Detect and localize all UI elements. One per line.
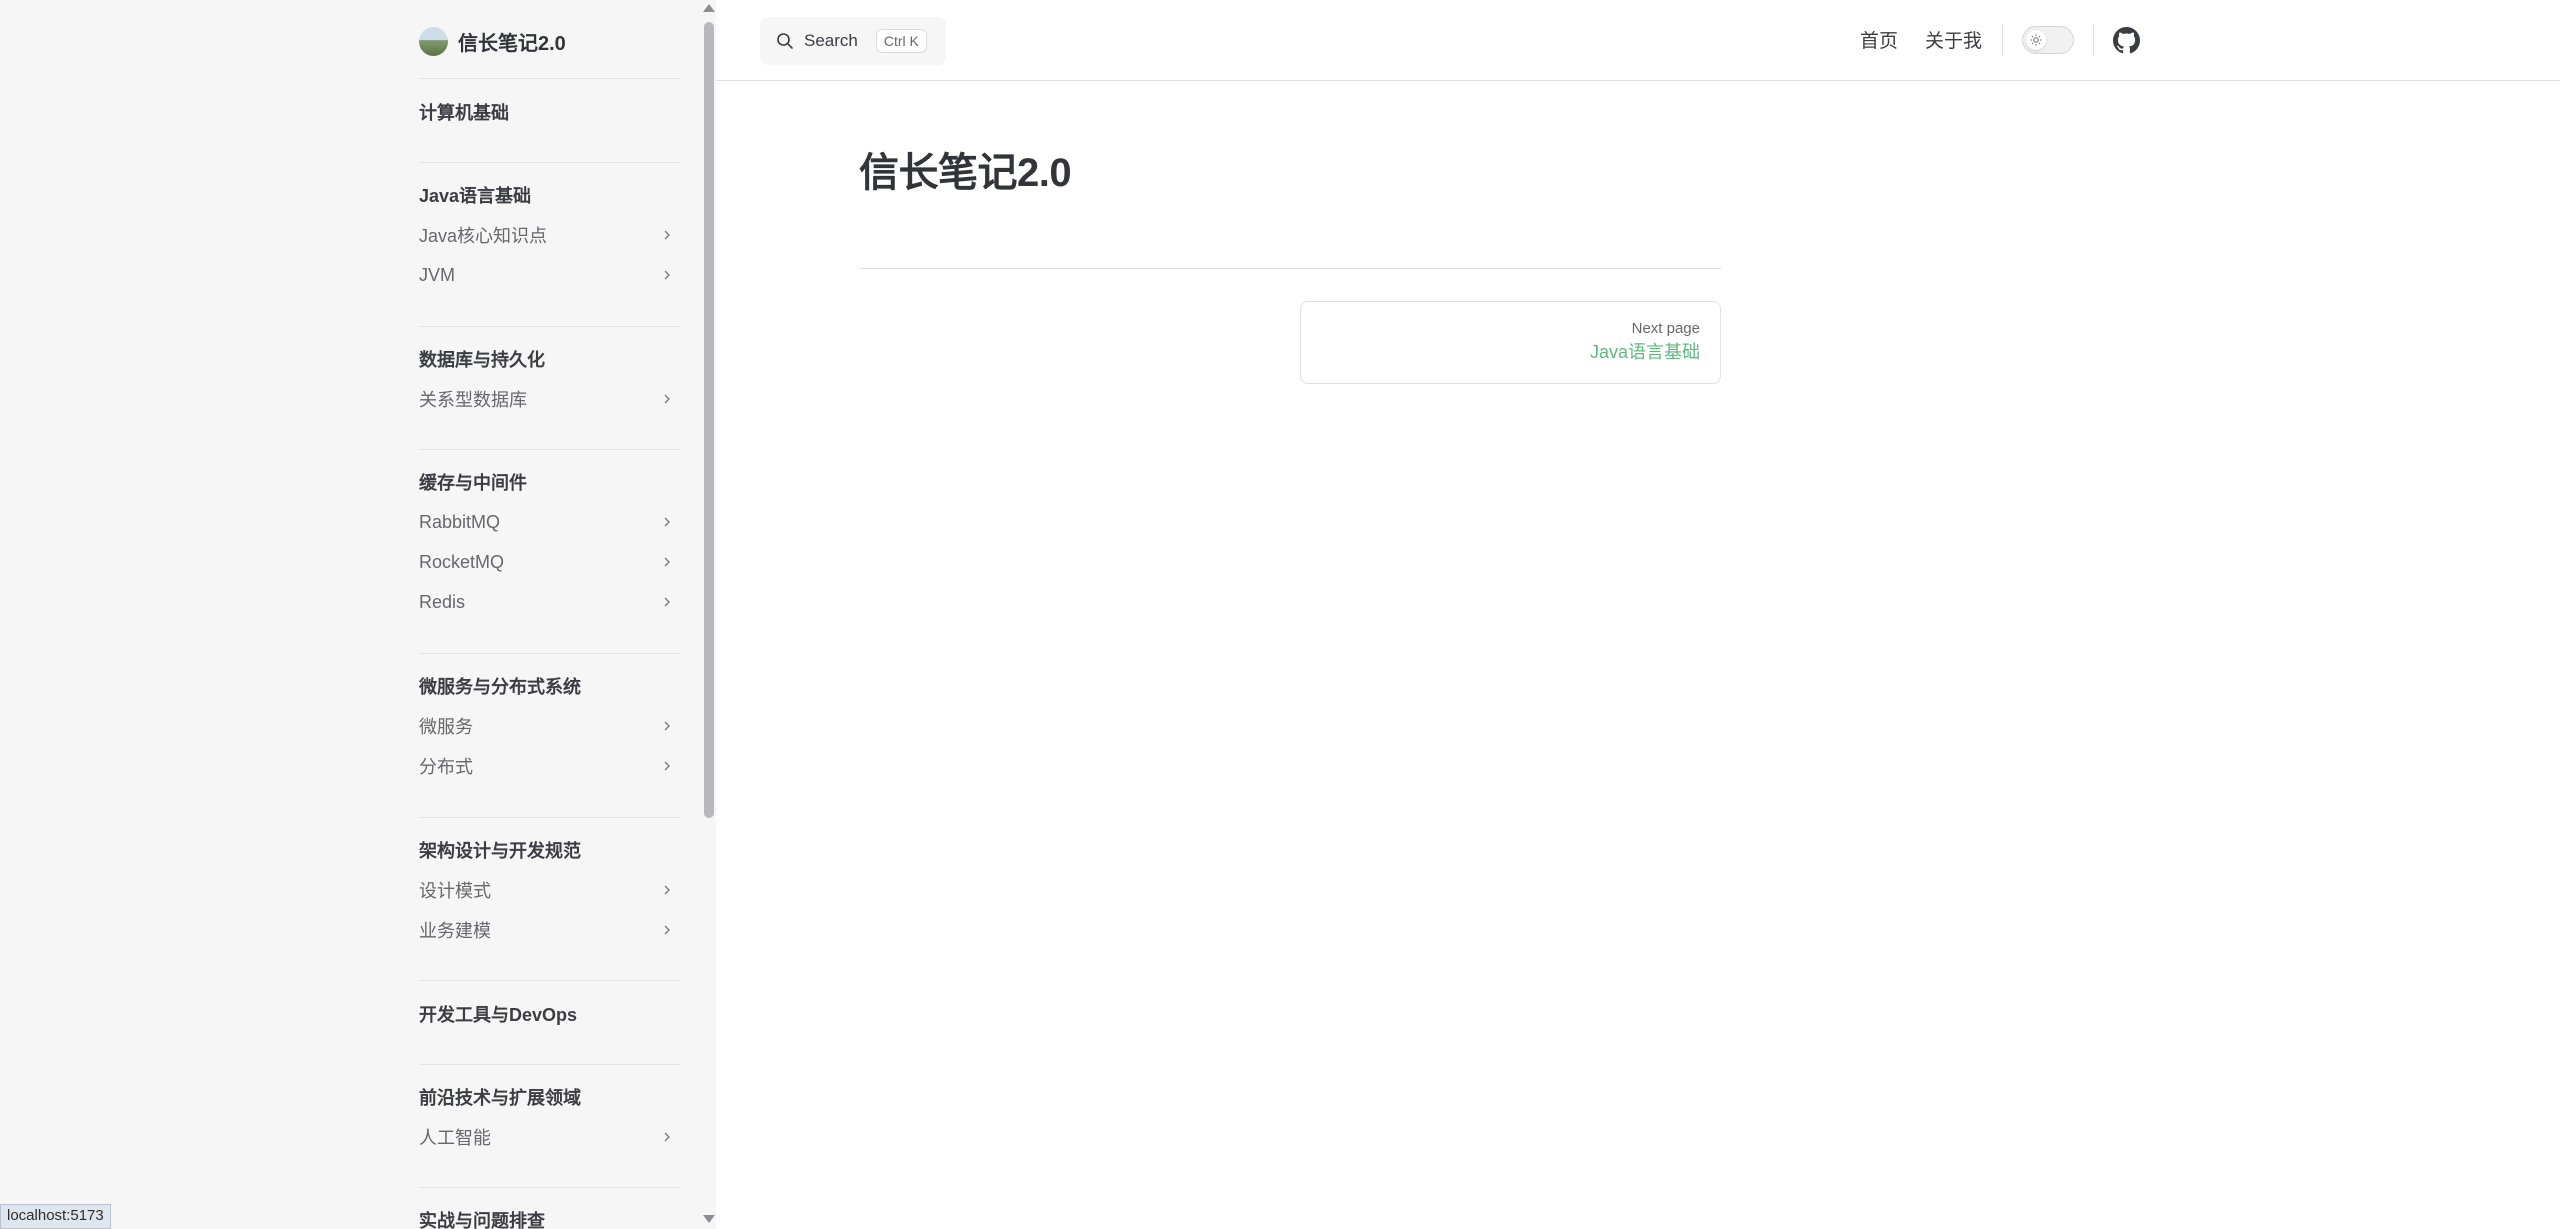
scroll-down-arrow-icon[interactable] — [703, 1215, 715, 1223]
sidebar-item-label: RocketMQ — [419, 551, 505, 572]
sidebar-group: 缓存与中间件 RabbitMQ RocketMQ Redis — [419, 462, 679, 622]
sidebar-item-label: 关系型数据库 — [419, 390, 527, 410]
group-divider — [419, 162, 679, 163]
sidebar-group-title: 实战与问题排查 — [419, 1211, 545, 1229]
chevron-right-icon[interactable] — [661, 516, 673, 528]
sidebar-item-label: 业务建模 — [419, 921, 491, 941]
chevron-right-icon[interactable] — [661, 596, 673, 608]
sidebar-group-title: 微服务与分布式系统 — [419, 677, 581, 697]
nav-link-about[interactable]: 关于我 — [1925, 26, 1982, 53]
brand-divider — [419, 78, 679, 79]
next-page-link[interactable]: Next page Java语言基础 — [1300, 301, 1721, 384]
sidebar-group: Java语言基础 Java核心知识点 JVM — [419, 175, 679, 295]
sidebar-item[interactable]: 设计模式 — [419, 870, 679, 910]
sidebar-item[interactable]: Java核心知识点 — [419, 215, 679, 255]
sidebar-item-label: 分布式 — [419, 757, 473, 777]
chevron-right-icon[interactable] — [661, 556, 673, 568]
sidebar-item[interactable]: RocketMQ — [419, 542, 679, 582]
brand-logo — [419, 26, 448, 56]
sidebar-group: 前沿技术与扩展领域 人工智能 — [419, 1077, 679, 1157]
status-bar-url: localhost:5173 — [0, 1204, 111, 1229]
sidebar-group-title: 架构设计与开发规范 — [419, 841, 581, 861]
sidebar-group-title: Java语言基础 — [419, 186, 532, 206]
group-divider — [419, 1064, 679, 1065]
chevron-right-icon[interactable] — [661, 393, 673, 405]
sidebar-group-title[interactable]: 开发工具与DevOps — [419, 994, 679, 1034]
sidebar-item-label: RabbitMQ — [419, 511, 501, 532]
sidebar-item-label: 微服务 — [419, 717, 473, 737]
search-shortcut-key: Ctrl K — [875, 29, 927, 53]
sidebar-group: 开发工具与DevOps — [419, 994, 679, 1034]
group-divider — [419, 980, 679, 981]
appearance-toggle[interactable] — [2022, 26, 2074, 54]
sidebar-group: 架构设计与开发规范 设计模式 业务建模 — [419, 830, 679, 950]
nav-divider — [2093, 24, 2094, 56]
sidebar-item[interactable]: Redis — [419, 582, 679, 622]
content-divider — [859, 268, 1721, 269]
group-divider — [419, 326, 679, 327]
nav-divider — [2002, 24, 2003, 56]
group-divider — [419, 449, 679, 450]
sidebar-item[interactable]: 关系型数据库 — [419, 379, 679, 419]
github-icon[interactable] — [2113, 27, 2140, 54]
top-nav — [716, 0, 2560, 81]
toggle-knob — [2026, 30, 2046, 50]
chevron-right-icon[interactable] — [661, 720, 673, 732]
group-divider — [419, 817, 679, 818]
nav-link-home[interactable]: 首页 — [1860, 26, 1898, 53]
sidebar-group-title: 缓存与中间件 — [419, 473, 527, 493]
next-page-title: Java语言基础 — [1589, 342, 1700, 362]
search-icon — [777, 33, 793, 49]
brand-title: 信长笔记2.0 — [458, 32, 566, 55]
sidebar-group: 数据库与持久化 关系型数据库 — [419, 339, 679, 419]
scrollbar-thumb[interactable] — [704, 22, 714, 818]
sidebar-item[interactable]: 业务建模 — [419, 910, 679, 950]
sidebar-group: 计算机基础 — [419, 92, 679, 132]
next-page-desc: Next page — [1631, 320, 1700, 337]
search-button[interactable]: Search Ctrl K — [760, 17, 946, 65]
group-divider — [419, 653, 679, 654]
search-label: Search — [804, 31, 858, 50]
brand[interactable]: 信长笔记2.0 — [419, 26, 566, 56]
sidebar-item-label: JVM — [419, 264, 455, 285]
sidebar-group-title: 数据库与持久化 — [419, 350, 545, 370]
sidebar-item[interactable]: 人工智能 — [419, 1117, 679, 1157]
chevron-right-icon[interactable] — [661, 884, 673, 896]
group-divider — [419, 1187, 679, 1188]
chevron-right-icon[interactable] — [661, 924, 673, 936]
chevron-right-icon[interactable] — [661, 760, 673, 772]
chevron-right-icon[interactable] — [661, 1131, 673, 1143]
chevron-right-icon[interactable] — [661, 269, 673, 281]
sidebar-item[interactable]: 分布式 — [419, 746, 679, 786]
sidebar-group-title: 前沿技术与扩展领域 — [419, 1088, 581, 1108]
sidebar-group: 微服务与分布式系统 微服务 分布式 — [419, 666, 679, 786]
chevron-right-icon[interactable] — [661, 229, 673, 241]
sidebar-item[interactable]: 微服务 — [419, 706, 679, 746]
page-title: 信长笔记2.0 — [859, 151, 1072, 195]
sidebar-group-title[interactable]: 计算机基础 — [419, 92, 679, 132]
sidebar-item-label: Java核心知识点 — [419, 226, 548, 246]
sidebar-item-label: 设计模式 — [419, 881, 491, 901]
scroll-up-arrow-icon[interactable] — [703, 4, 715, 12]
sun-icon — [2030, 34, 2042, 46]
sidebar-item-label: Redis — [419, 591, 466, 612]
sidebar-item[interactable]: JVM — [419, 255, 679, 295]
sidebar-item-label: 人工智能 — [419, 1128, 491, 1148]
sidebar-item[interactable]: RabbitMQ — [419, 502, 679, 542]
sidebar-group: 实战与问题排查 — [419, 1200, 679, 1229]
